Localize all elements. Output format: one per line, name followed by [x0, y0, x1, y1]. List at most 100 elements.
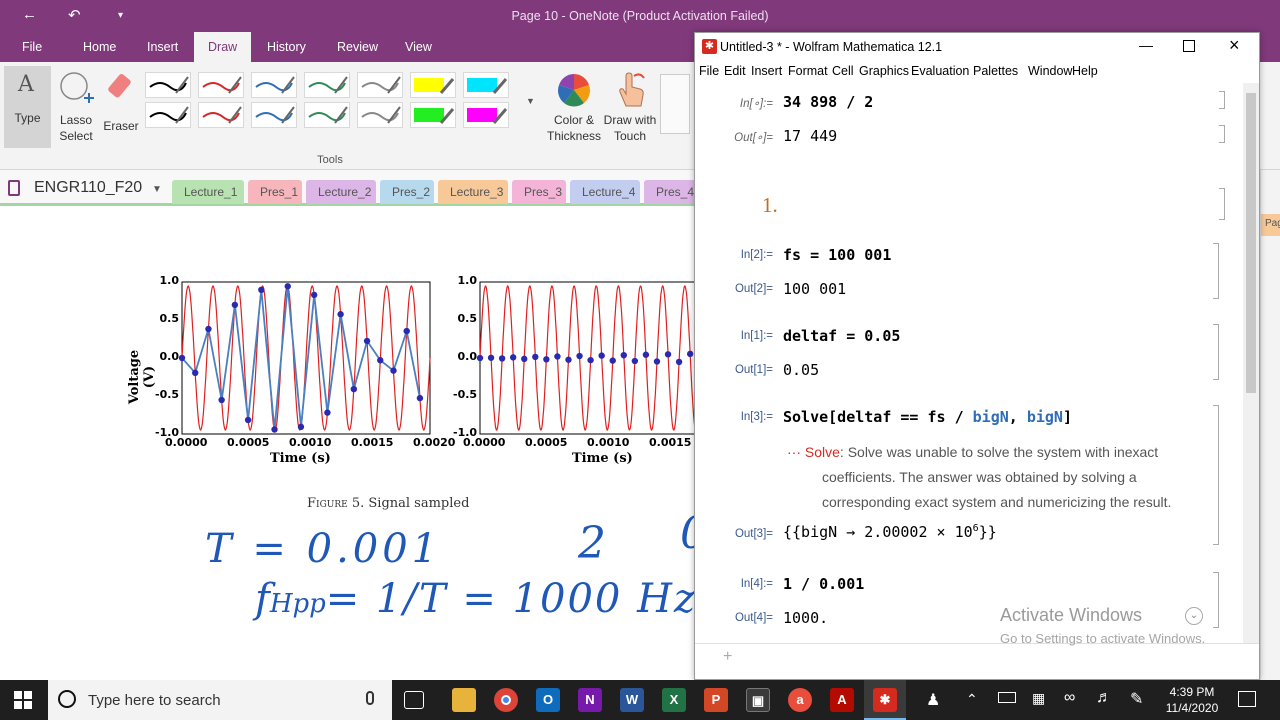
outlook-icon[interactable]: O [536, 688, 560, 712]
menu-file[interactable]: File [699, 64, 719, 78]
tab-draw[interactable]: Draw [194, 32, 252, 62]
menu-insert[interactable]: Insert [751, 64, 782, 78]
x-tick-label: 0.0005 [525, 436, 568, 449]
pen-swatch[interactable] [304, 72, 350, 98]
close-icon[interactable]: × [1229, 35, 1240, 56]
section-number[interactable]: 1. [762, 193, 778, 218]
tab-review[interactable]: Review [337, 40, 378, 54]
security-icon[interactable]: ▦ [1032, 690, 1045, 707]
message-dots-icon[interactable]: ··· [787, 444, 801, 460]
shapes-gallery[interactable] [660, 74, 690, 134]
cell-input[interactable]: deltaf = 0.05 [783, 327, 900, 345]
x-tick-label: 0.0000 [165, 436, 208, 449]
notebook-area[interactable]: In[∘]:= 34 898 / 2 Out[∘]= 17 449 1. In[… [695, 83, 1243, 646]
task-view-icon[interactable] [404, 691, 424, 709]
people-icon[interactable]: ♟ [926, 690, 940, 710]
notebook-dropdown-icon[interactable]: ▼ [152, 184, 162, 195]
acrobat-icon[interactable]: A [830, 688, 854, 712]
file-explorer-icon[interactable] [452, 688, 476, 712]
menu-evaluation[interactable]: Evaluation [911, 64, 969, 78]
pen-swatch[interactable] [357, 102, 403, 128]
pen-swatch[interactable] [463, 102, 509, 128]
section-tab[interactable]: Pres_3 [512, 180, 566, 204]
menu-help[interactable]: Help [1072, 64, 1098, 78]
tab-history[interactable]: History [267, 40, 306, 54]
cell-input[interactable]: 1 / 0.001 [783, 575, 864, 593]
mathematica-taskbar-button[interactable]: ✱ [864, 680, 906, 720]
cell-bracket[interactable] [1219, 188, 1225, 220]
cell-bracket[interactable] [1219, 125, 1225, 143]
section-tab[interactable]: Pres_4 [644, 180, 700, 204]
wifi-icon[interactable]: ∞ [1064, 689, 1075, 707]
cell-group-bracket[interactable] [1213, 324, 1219, 380]
section-tab[interactable]: Pres_2 [380, 180, 434, 204]
chrome-icon[interactable] [494, 688, 518, 712]
cell-group-bracket[interactable] [1213, 405, 1219, 545]
pen-swatch[interactable] [410, 72, 456, 98]
pen-swatch[interactable] [410, 102, 456, 128]
cell-input[interactable]: fs = 100 001 [783, 246, 891, 264]
pen-swatch[interactable] [198, 72, 244, 98]
menu-graphics[interactable]: Graphics [859, 64, 909, 78]
minimize-icon[interactable]: — [1139, 37, 1153, 53]
section-tab[interactable]: Pres_1 [248, 180, 302, 204]
add-cell-icon[interactable]: + [723, 648, 732, 666]
menu-format[interactable]: Format [788, 64, 828, 78]
excel-icon[interactable]: X [662, 688, 686, 712]
tab-view[interactable]: View [405, 40, 432, 54]
windows-start-icon[interactable] [14, 691, 32, 709]
volume-icon[interactable]: ♬ [1096, 689, 1112, 707]
section-tab[interactable]: Lecture_2 [306, 180, 376, 204]
onenote-icon[interactable]: N [578, 688, 602, 712]
note-page[interactable]: Voltage (V) 1.0 0.5 0.0 -0.5 -1.0 0.0000 0.00… [0, 208, 708, 663]
cell-group-bracket[interactable] [1213, 572, 1219, 628]
notebook-scrollbar[interactable] [1243, 83, 1259, 643]
tab-insert[interactable]: Insert [147, 40, 178, 54]
menu-window[interactable]: Window [1028, 64, 1072, 78]
pen-swatch[interactable] [463, 72, 509, 98]
pen-swatch[interactable] [145, 72, 191, 98]
tab-home[interactable]: Home [83, 40, 116, 54]
pen-swatch[interactable] [251, 72, 297, 98]
cell-input[interactable]: 34 898 / 2 [783, 93, 873, 111]
pen-swatch[interactable] [304, 102, 350, 128]
pen-workspace-icon[interactable]: ✎ [1130, 689, 1143, 709]
show-hidden-icons[interactable]: ⌃ [966, 691, 978, 708]
section-tab[interactable]: Lecture_4 [570, 180, 640, 204]
type-tool-button[interactable]: A Type [4, 66, 51, 148]
menu-palettes[interactable]: Palettes [973, 64, 1018, 78]
menu-edit[interactable]: Edit [724, 64, 746, 78]
notifications-icon[interactable] [1238, 691, 1256, 707]
section-tab[interactable]: Lecture_3 [438, 180, 508, 204]
color-thickness-button[interactable]: Color & Thickness [546, 66, 602, 148]
microphone-icon[interactable] [366, 691, 374, 705]
sample-point [576, 352, 583, 360]
powerpoint-icon[interactable]: P [704, 688, 728, 712]
cell-input[interactable]: Solve[deltaf == fs / bigN, bigN] [783, 408, 1072, 426]
pen-gallery-more-icon[interactable]: ▼ [526, 96, 535, 106]
section-tab[interactable]: Lecture_1 [172, 180, 244, 204]
pen-swatch[interactable] [198, 102, 244, 128]
word-icon[interactable]: W [620, 688, 644, 712]
draw-with-touch-button[interactable]: Draw with Touch [602, 66, 658, 148]
app-circle-icon[interactable]: a [788, 688, 812, 712]
eraser-button[interactable]: Eraser [100, 66, 142, 148]
clock[interactable]: 4:39 PM 11/4/2020 [1160, 684, 1224, 716]
menu-cell[interactable]: Cell [832, 64, 854, 78]
pen-swatch[interactable] [145, 102, 191, 128]
battery-icon[interactable] [998, 692, 1016, 703]
collapse-chevron-icon[interactable]: ⌄ [1185, 607, 1203, 625]
cell-group-bracket[interactable] [1213, 243, 1219, 299]
notebook-name[interactable]: ENGR110_F20 [34, 179, 142, 197]
store-icon[interactable]: ▣ [746, 688, 770, 712]
maximize-icon[interactable] [1183, 40, 1195, 52]
lasso-select-button[interactable]: Lasso Select [54, 66, 98, 148]
pen-swatch[interactable] [251, 102, 297, 128]
scrollbar-thumb[interactable] [1246, 93, 1256, 393]
tab-file[interactable]: File [22, 40, 42, 54]
pen-swatch[interactable] [357, 72, 403, 98]
page-tab[interactable]: Page [1261, 214, 1280, 236]
taskbar-search-box[interactable]: Type here to search [48, 680, 392, 720]
cell-bracket[interactable] [1219, 91, 1225, 109]
sample-point [205, 325, 212, 333]
